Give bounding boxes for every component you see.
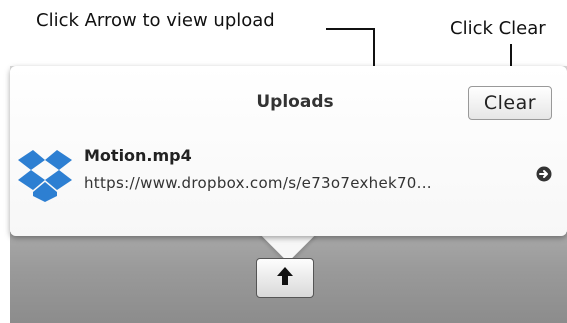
arrow-up-icon [274, 265, 296, 291]
annotation-arrow-hint: Click Arrow to view upload [36, 10, 275, 31]
popover-title: Uploads [256, 92, 334, 112]
uploads-button[interactable] [256, 258, 314, 298]
file-url: https://www.dropbox.com/s/e73o7exhek70..… [84, 174, 432, 192]
file-name: Motion.mp4 [84, 146, 192, 165]
clear-button[interactable]: Clear [468, 86, 552, 120]
arrow-circle-right-icon[interactable] [536, 166, 552, 182]
annotation-clear-hint: Click Clear [450, 18, 546, 39]
annotation-line [326, 28, 374, 30]
dropbox-icon [16, 148, 74, 202]
